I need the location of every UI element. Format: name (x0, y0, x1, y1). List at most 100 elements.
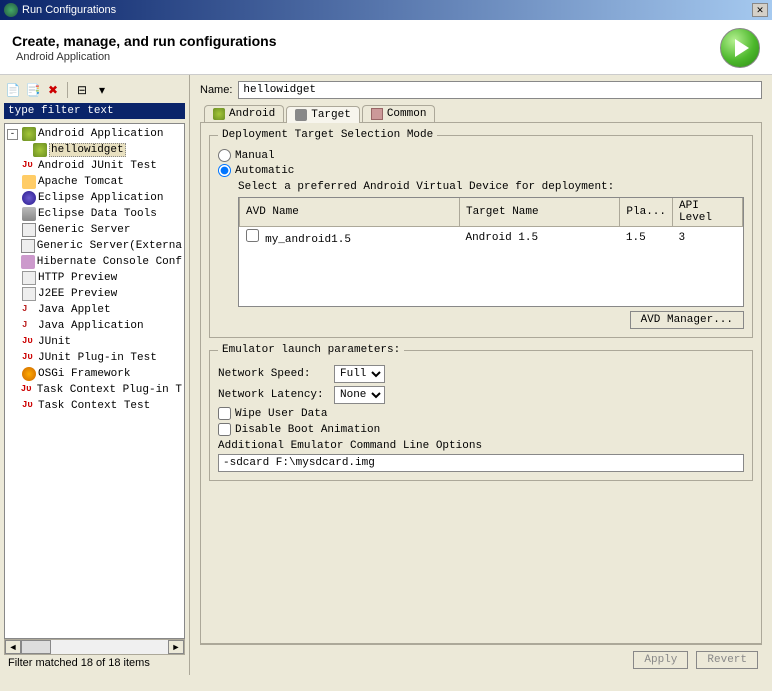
tree-item[interactable]: Apache Tomcat (7, 174, 182, 190)
apply-button[interactable]: Apply (633, 651, 688, 669)
android-icon (213, 108, 225, 120)
run-button[interactable] (720, 28, 760, 68)
revert-button[interactable]: Revert (696, 651, 758, 669)
config-tree[interactable]: - Android Application hellowidget Androi… (4, 123, 185, 639)
scroll-thumb[interactable] (21, 640, 51, 654)
android-icon (22, 127, 36, 141)
junit-icon (22, 335, 36, 349)
osgi-icon (22, 367, 36, 381)
automatic-label: Automatic (235, 165, 294, 177)
page-subtitle: Android Application (12, 51, 720, 63)
eclipse-icon (4, 3, 18, 17)
filter-status-text: Filter matched 18 of 18 items (4, 655, 185, 671)
java-icon (22, 319, 36, 333)
horizontal-scrollbar[interactable]: ◄ ► (4, 639, 185, 655)
disable-boot-anim-checkbox[interactable] (218, 423, 231, 436)
right-panel: Name: Android Target Common Deployment T… (190, 75, 772, 675)
network-speed-select[interactable]: Full (334, 365, 385, 383)
tree-item[interactable]: Generic Server (7, 222, 182, 238)
tree-item[interactable]: Generic Server(Externa (7, 238, 182, 254)
http-icon (22, 271, 36, 285)
junit-icon (22, 159, 36, 173)
scroll-right-icon[interactable]: ► (168, 640, 184, 654)
avd-row[interactable]: my_android1.5 Android 1.5 1.5 3 (240, 227, 743, 249)
tree-item[interactable]: Hibernate Console Conf (7, 254, 182, 270)
junit-icon (22, 351, 36, 365)
deployment-target-group: Deployment Target Selection Mode Manual … (209, 129, 753, 338)
target-icon (295, 109, 307, 121)
tree-item[interactable]: Eclipse Data Tools (7, 206, 182, 222)
bottom-buttons: Apply Revert (200, 644, 762, 671)
tab-bar: Android Target Common (200, 105, 762, 123)
tree-item[interactable]: JUnit (7, 334, 182, 350)
tree-item[interactable]: Java Application (7, 318, 182, 334)
common-icon (371, 108, 383, 120)
eclipse-icon (22, 191, 36, 205)
select-avd-label: Select a preferred Android Virtual Devic… (238, 181, 744, 193)
new-config-icon[interactable]: 📄 (4, 81, 22, 99)
window-titlebar: Run Configurations ✕ (0, 0, 772, 20)
col-api-level[interactable]: API Level (673, 198, 743, 227)
name-input[interactable] (238, 81, 762, 99)
android-icon (33, 143, 47, 157)
automatic-radio[interactable] (218, 164, 231, 177)
server-icon (22, 223, 36, 237)
tab-android[interactable]: Android (204, 105, 284, 122)
hibernate-icon (21, 255, 35, 269)
j2ee-icon (22, 287, 36, 301)
tree-item[interactable]: Android JUnit Test (7, 158, 182, 174)
duplicate-config-icon[interactable]: 📑 (24, 81, 42, 99)
wipe-data-checkbox[interactable] (218, 407, 231, 420)
deployment-target-legend: Deployment Target Selection Mode (218, 129, 437, 141)
tree-item-hellowidget[interactable]: hellowidget (7, 142, 182, 158)
tree-item[interactable]: Task Context Test (7, 398, 182, 414)
cmdline-input[interactable] (218, 454, 744, 472)
task-icon (21, 383, 35, 397)
cmdline-label: Additional Emulator Command Line Options (218, 440, 744, 452)
config-toolbar: 📄 📑 ✖ ⊟ ▾ (4, 79, 185, 103)
page-title: Create, manage, and run configurations (12, 33, 720, 49)
avd-manager-button[interactable]: AVD Manager... (630, 311, 744, 329)
col-avd-name[interactable]: AVD Name (240, 198, 460, 227)
left-panel: 📄 📑 ✖ ⊟ ▾ type filter text - Android App… (0, 75, 190, 675)
tree-root-android-application[interactable]: - Android Application (7, 126, 182, 142)
network-latency-label: Network Latency: (218, 389, 328, 401)
col-platform[interactable]: Pla... (620, 198, 673, 227)
database-icon (22, 207, 36, 221)
tab-target[interactable]: Target (286, 106, 360, 123)
close-button[interactable]: ✕ (752, 3, 768, 17)
network-speed-label: Network Speed: (218, 368, 328, 380)
filter-menu-icon[interactable]: ▾ (93, 81, 111, 99)
col-target-name[interactable]: Target Name (459, 198, 619, 227)
tab-content-target: Deployment Target Selection Mode Manual … (200, 123, 762, 644)
tab-common[interactable]: Common (362, 105, 436, 122)
window-title: Run Configurations (22, 4, 752, 16)
tree-item[interactable]: OSGi Framework (7, 366, 182, 382)
network-latency-select[interactable]: None (334, 386, 385, 404)
name-label: Name: (200, 84, 232, 96)
collapse-icon[interactable]: - (7, 129, 18, 140)
avd-table[interactable]: AVD Name Target Name Pla... API Level my… (238, 197, 744, 307)
java-icon (22, 303, 36, 317)
delete-config-icon[interactable]: ✖ (44, 81, 62, 99)
header: Create, manage, and run configurations A… (0, 20, 772, 75)
scroll-left-icon[interactable]: ◄ (5, 640, 21, 654)
avd-checkbox[interactable] (246, 229, 259, 242)
tree-item[interactable]: Java Applet (7, 302, 182, 318)
tomcat-icon (22, 175, 36, 189)
emulator-params-legend: Emulator launch parameters: (218, 344, 404, 356)
filter-text-input[interactable]: type filter text (4, 103, 185, 119)
emulator-params-group: Emulator launch parameters: Network Spee… (209, 344, 753, 481)
task-icon (22, 399, 36, 413)
collapse-icon[interactable]: ⊟ (73, 81, 91, 99)
tree-item[interactable]: J2EE Preview (7, 286, 182, 302)
wipe-data-label: Wipe User Data (235, 408, 327, 420)
disable-boot-anim-label: Disable Boot Animation (235, 424, 380, 436)
manual-label: Manual (235, 150, 275, 162)
tree-item[interactable]: JUnit Plug-in Test (7, 350, 182, 366)
manual-radio[interactable] (218, 149, 231, 162)
tree-item[interactable]: Task Context Plug-in T (7, 382, 182, 398)
tree-item[interactable]: Eclipse Application (7, 190, 182, 206)
server-icon (21, 239, 35, 253)
tree-item[interactable]: HTTP Preview (7, 270, 182, 286)
